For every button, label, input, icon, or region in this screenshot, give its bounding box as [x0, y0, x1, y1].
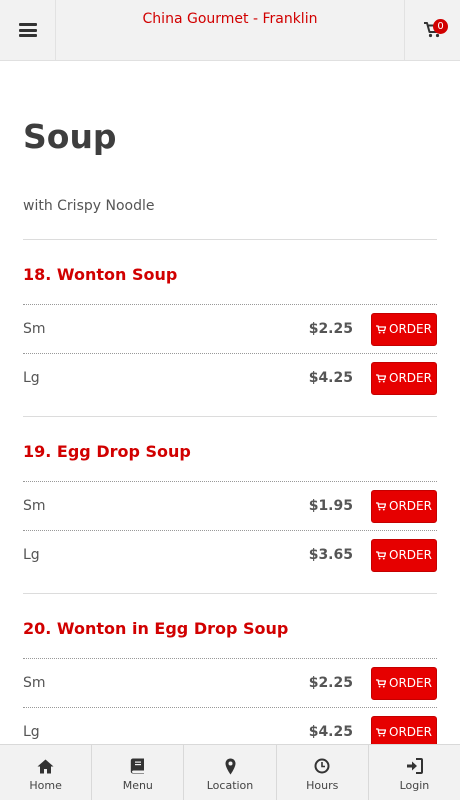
login-icon — [406, 757, 423, 775]
cart-icon — [376, 550, 387, 559]
order-button[interactable]: ORDER — [371, 361, 437, 395]
home-icon — [37, 757, 54, 775]
menu-item-list: 18. Wonton Soup Sm $2.25 ORDER Lg $4.25 … — [23, 240, 437, 744]
menu-item-name: 19. Egg Drop Soup — [23, 442, 191, 461]
menu-item-variant: Sm $1.95 ORDER — [23, 481, 437, 530]
variant-price: $4.25 — [308, 724, 353, 740]
variant-price: $4.25 — [308, 370, 353, 386]
variant-price: $2.25 — [308, 675, 353, 691]
order-button-label: ORDER — [389, 322, 432, 336]
book-icon — [130, 757, 145, 775]
cart-icon — [376, 727, 387, 736]
variant-price: $2.25 — [308, 321, 353, 337]
nav-home[interactable]: Home — [0, 745, 93, 800]
menu-toggle-button[interactable] — [0, 0, 56, 60]
order-button[interactable]: ORDER — [371, 666, 437, 700]
menu-content: Soup with Crispy Noodle 18. Wonton Soup … — [23, 61, 437, 744]
top-bar: China Gourmet - Franklin 0 — [0, 0, 460, 61]
order-button-label: ORDER — [389, 371, 432, 385]
variant-price: $1.95 — [308, 498, 353, 514]
menu-item-name: 18. Wonton Soup — [23, 265, 178, 284]
hamburger-icon — [18, 23, 37, 37]
nav-label: Location — [206, 779, 254, 792]
order-button[interactable]: ORDER — [371, 715, 437, 744]
menu-item-variant: Sm $2.25 ORDER — [23, 658, 437, 707]
category-title: Soup — [23, 117, 117, 156]
order-button-label: ORDER — [389, 499, 432, 513]
variant-size-label: Sm — [23, 675, 46, 691]
menu-item: 20. Wonton in Egg Drop Soup Sm $2.25 ORD… — [23, 594, 437, 744]
cart-icon — [376, 678, 387, 687]
cart-icon — [376, 373, 387, 382]
cart-count-badge: 0 — [433, 19, 448, 34]
menu-item-variant: Lg $4.25 ORDER — [23, 707, 437, 744]
menu-item: 19. Egg Drop Soup Sm $1.95 ORDER Lg $3.6… — [23, 417, 437, 594]
nav-label: Hours — [306, 779, 339, 792]
cart-icon — [376, 324, 387, 333]
menu-item-variant: Lg $3.65 ORDER — [23, 530, 437, 579]
order-button[interactable]: ORDER — [371, 312, 437, 346]
nav-hours[interactable]: Hours — [277, 745, 369, 800]
nav-label: Menu — [122, 779, 153, 792]
nav-menu[interactable]: Menu — [92, 745, 185, 800]
bottom-navigation: Home Menu Location Hours Login — [0, 744, 460, 800]
order-button[interactable]: ORDER — [371, 538, 437, 572]
restaurant-title[interactable]: China Gourmet - Franklin — [56, 11, 404, 27]
variant-price: $3.65 — [308, 547, 353, 563]
variant-size-label: Sm — [23, 321, 46, 337]
nav-location[interactable]: Location — [184, 745, 277, 800]
variant-size-label: Lg — [23, 370, 40, 386]
nav-label: Home — [29, 779, 62, 792]
order-button-label: ORDER — [389, 676, 432, 690]
variant-size-label: Lg — [23, 547, 40, 563]
map-pin-icon — [225, 757, 236, 775]
clock-icon — [314, 757, 330, 775]
order-button-label: ORDER — [389, 548, 432, 562]
menu-item: 18. Wonton Soup Sm $2.25 ORDER Lg $4.25 … — [23, 240, 437, 417]
menu-item-name: 20. Wonton in Egg Drop Soup — [23, 619, 289, 638]
cart-button[interactable]: 0 — [404, 0, 460, 60]
menu-item-variant: Lg $4.25 ORDER — [23, 353, 437, 402]
nav-login[interactable]: Login — [369, 745, 460, 800]
cart-icon — [376, 501, 387, 510]
order-button[interactable]: ORDER — [371, 489, 437, 523]
order-button-label: ORDER — [389, 725, 432, 739]
category-description: with Crispy Noodle — [23, 198, 155, 214]
nav-label: Login — [399, 779, 430, 792]
menu-item-variant: Sm $2.25 ORDER — [23, 304, 437, 353]
variant-size-label: Lg — [23, 724, 40, 740]
variant-size-label: Sm — [23, 498, 46, 514]
